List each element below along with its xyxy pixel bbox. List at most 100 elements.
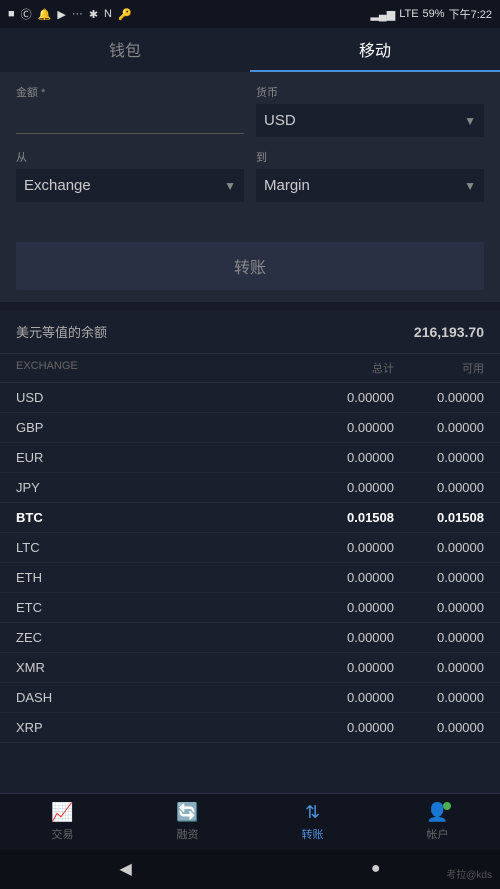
table-row: BTC 0.01508 0.01508 bbox=[0, 503, 500, 533]
table-row: ETC 0.00000 0.00000 bbox=[0, 593, 500, 623]
battery-text: 59% bbox=[423, 8, 445, 20]
row-coin-name: ZEC bbox=[16, 630, 294, 645]
transfer-form: 金额 * 货币 USD ▼ 从 Exchange ▼ 到 Margin bbox=[0, 72, 500, 230]
row-avail-value: 0.00000 bbox=[394, 450, 484, 465]
from-select[interactable]: Exchange ▼ bbox=[16, 169, 244, 202]
table-row: JPY 0.00000 0.00000 bbox=[0, 473, 500, 503]
row-total-value: 0.01508 bbox=[294, 510, 394, 525]
row-total-value: 0.00000 bbox=[294, 720, 394, 735]
row-total-value: 0.00000 bbox=[294, 390, 394, 405]
table-row: ETH 0.00000 0.00000 bbox=[0, 563, 500, 593]
from-value: Exchange bbox=[24, 177, 91, 194]
table-rows-container: USD 0.00000 0.00000 GBP 0.00000 0.00000 … bbox=[0, 383, 500, 743]
play-icon: ▶ bbox=[57, 8, 65, 21]
nav-fund-label: 融资 bbox=[177, 826, 199, 842]
transfer-button-wrapper: 转账 bbox=[0, 230, 500, 302]
watermark: 考拉@kds bbox=[446, 866, 492, 881]
tab-transfer[interactable]: 移动 bbox=[250, 28, 500, 72]
row-total-value: 0.00000 bbox=[294, 420, 394, 435]
nav-trade-label: 交易 bbox=[52, 826, 74, 842]
nav-fund[interactable]: 🔄 融资 bbox=[125, 802, 250, 842]
balance-value: 216,193.70 bbox=[414, 324, 484, 340]
amount-input[interactable] bbox=[16, 104, 244, 129]
status-left-icons: ■ Ⓒ 🔔 ▶ ··· ✱ N 🔑 bbox=[8, 6, 132, 22]
nav-transfer[interactable]: ⇅ 转账 bbox=[250, 802, 375, 842]
row-total-value: 0.00000 bbox=[294, 570, 394, 585]
from-label: 从 bbox=[16, 149, 244, 165]
table-row: LTC 0.00000 0.00000 bbox=[0, 533, 500, 563]
from-chevron-icon: ▼ bbox=[224, 179, 236, 193]
bottom-nav: 📈 交易 🔄 融资 ⇅ 转账 👤 帐户 bbox=[0, 793, 500, 849]
row-avail-value: 0.00000 bbox=[394, 480, 484, 495]
trade-icon: 📈 bbox=[51, 802, 73, 823]
row-total-value: 0.00000 bbox=[294, 660, 394, 675]
row-coin-name: EUR bbox=[16, 450, 294, 465]
currency-select[interactable]: USD ▼ bbox=[256, 104, 484, 137]
row-coin-name: LTC bbox=[16, 540, 294, 555]
col-total-label: 总计 bbox=[294, 360, 394, 376]
amount-label: 金额 * bbox=[16, 84, 244, 100]
row-avail-value: 0.00000 bbox=[394, 570, 484, 585]
status-right-icons: ▂▄▆ LTE 59% 下午7:22 bbox=[370, 6, 492, 22]
to-chevron-icon: ▼ bbox=[464, 179, 476, 193]
from-group: 从 Exchange ▼ bbox=[16, 149, 244, 202]
table-row: GBP 0.00000 0.00000 bbox=[0, 413, 500, 443]
table-header: EXCHANGE 总计 可用 bbox=[0, 354, 500, 383]
row-avail-value: 0.00000 bbox=[394, 600, 484, 615]
row-coin-name: USD bbox=[16, 390, 294, 405]
row-total-value: 0.00000 bbox=[294, 690, 394, 705]
nav-account[interactable]: 👤 帐户 bbox=[375, 802, 500, 842]
more-icon: ··· bbox=[72, 8, 83, 20]
nfc-icon: N bbox=[104, 8, 112, 20]
signal-icon: ▂▄▆ bbox=[370, 8, 395, 21]
row-coin-name: XRP bbox=[16, 720, 294, 735]
status-bar: ■ Ⓒ 🔔 ▶ ··· ✱ N 🔑 ▂▄▆ LTE 59% 下午7:22 bbox=[0, 0, 500, 28]
row-coin-name: ETH bbox=[16, 570, 294, 585]
row-avail-value: 0.00000 bbox=[394, 420, 484, 435]
app-icon-2: Ⓒ bbox=[21, 6, 32, 22]
balance-section: 美元等值的余额 216,193.70 bbox=[0, 310, 500, 354]
home-button[interactable]: ● bbox=[371, 860, 381, 878]
signal-text: LTE bbox=[399, 8, 418, 20]
row-avail-value: 0.00000 bbox=[394, 660, 484, 675]
row-total-value: 0.00000 bbox=[294, 450, 394, 465]
row-coin-name: ETC bbox=[16, 600, 294, 615]
transfer-button[interactable]: 转账 bbox=[16, 242, 484, 290]
nav-trade[interactable]: 📈 交易 bbox=[0, 802, 125, 842]
table-row: ZEC 0.00000 0.00000 bbox=[0, 623, 500, 653]
system-nav: ◀ ● 考拉@kds bbox=[0, 849, 500, 889]
amount-input-wrapper bbox=[16, 104, 244, 134]
table-row: DASH 0.00000 0.00000 bbox=[0, 683, 500, 713]
row-avail-value: 0.01508 bbox=[394, 510, 484, 525]
main-tabs: 钱包 移动 bbox=[0, 28, 500, 72]
amount-currency-row: 金额 * 货币 USD ▼ bbox=[16, 84, 484, 137]
time-display: 下午7:22 bbox=[449, 6, 492, 22]
to-value: Margin bbox=[264, 177, 310, 194]
row-coin-name: BTC bbox=[16, 510, 294, 525]
to-select[interactable]: Margin ▼ bbox=[256, 169, 484, 202]
row-total-value: 0.00000 bbox=[294, 480, 394, 495]
tab-wallet[interactable]: 钱包 bbox=[0, 28, 250, 72]
from-to-row: 从 Exchange ▼ 到 Margin ▼ bbox=[16, 149, 484, 202]
row-coin-name: GBP bbox=[16, 420, 294, 435]
col-exchange-label: EXCHANGE bbox=[16, 360, 294, 376]
currency-label: 货币 bbox=[256, 84, 484, 100]
currency-chevron-icon: ▼ bbox=[464, 114, 476, 128]
nav-transfer-label: 转账 bbox=[302, 826, 324, 842]
row-avail-value: 0.00000 bbox=[394, 720, 484, 735]
amount-group: 金额 * bbox=[16, 84, 244, 137]
table-row: XRP 0.00000 0.00000 bbox=[0, 713, 500, 743]
table-row: USD 0.00000 0.00000 bbox=[0, 383, 500, 413]
back-button[interactable]: ◀ bbox=[120, 859, 132, 879]
notification-icon: 🔔 bbox=[38, 8, 52, 21]
bluetooth-icon: ✱ bbox=[89, 8, 98, 21]
col-avail-label: 可用 bbox=[394, 360, 484, 376]
to-group: 到 Margin ▼ bbox=[256, 149, 484, 202]
row-total-value: 0.00000 bbox=[294, 630, 394, 645]
holdings-table: EXCHANGE 总计 可用 USD 0.00000 0.00000 GBP 0… bbox=[0, 354, 500, 743]
table-row: EUR 0.00000 0.00000 bbox=[0, 443, 500, 473]
section-gap bbox=[0, 302, 500, 310]
row-coin-name: XMR bbox=[16, 660, 294, 675]
account-icon: 👤 bbox=[426, 802, 448, 823]
row-avail-value: 0.00000 bbox=[394, 540, 484, 555]
